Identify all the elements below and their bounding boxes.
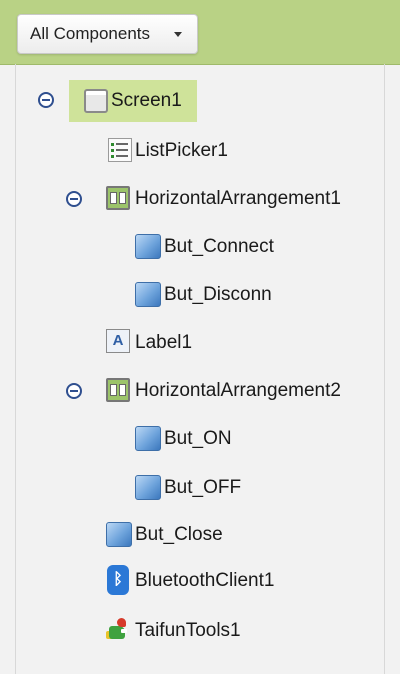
tree-node-label: BluetoothClient1	[135, 570, 275, 591]
screen-icon	[84, 89, 108, 113]
tree-node-screen1[interactable]: Screen1	[0, 83, 400, 119]
tree-node-label: But_Connect	[164, 236, 274, 257]
button-icon	[106, 522, 132, 547]
tree-node-label: But_OFF	[164, 477, 242, 498]
tree-node-label: But_ON	[164, 428, 232, 449]
tree-node-label: HorizontalArrangement2	[135, 380, 341, 401]
tree-node-but-disconn[interactable]: But_Disconn	[0, 277, 400, 313]
horizontal-arrangement-icon	[106, 378, 130, 402]
tree-node-label: HorizontalArrangement1	[135, 188, 341, 209]
tree-node-label: But_Close	[135, 524, 223, 545]
button-icon	[135, 426, 161, 451]
horizontal-arrangement-icon	[106, 186, 130, 210]
tree-node-label: Screen1	[111, 90, 182, 111]
components-panel: All Components Screen1 ListPicker1 Horiz…	[0, 0, 400, 674]
listpicker-icon	[108, 138, 132, 162]
tree-node-horizontalarrangement1[interactable]: HorizontalArrangement1	[0, 181, 400, 217]
tree-node-label: ListPicker1	[135, 140, 228, 161]
collapse-icon[interactable]	[66, 383, 82, 399]
tree-node-horizontalarrangement2[interactable]: HorizontalArrangement2	[0, 373, 400, 409]
button-icon	[135, 475, 161, 500]
panel-header: All Components	[0, 0, 400, 65]
tree-node-label: Label1	[135, 332, 193, 353]
collapse-icon[interactable]	[66, 191, 82, 207]
tree-node-taifuntools1[interactable]: TaifunTools1	[0, 613, 400, 649]
tree-node-bluetoothclient1[interactable]: ᛒ BluetoothClient1	[0, 563, 400, 599]
collapse-icon[interactable]	[38, 92, 54, 108]
button-icon	[135, 234, 161, 259]
tree-node-listpicker1[interactable]: ListPicker1	[0, 133, 400, 169]
caret-down-icon	[174, 32, 182, 37]
label-icon: A	[106, 329, 130, 353]
component-tree: Screen1 ListPicker1 HorizontalArrangemen…	[0, 64, 400, 674]
tree-node-but-off[interactable]: But_OFF	[0, 470, 400, 506]
extension-icon	[106, 617, 130, 641]
tree-node-but-connect[interactable]: But_Connect	[0, 229, 400, 265]
bluetooth-icon: ᛒ	[107, 565, 129, 595]
tree-node-but-close[interactable]: But_Close	[0, 517, 400, 553]
tree-node-but-on[interactable]: But_ON	[0, 421, 400, 457]
components-filter-dropdown[interactable]: All Components	[17, 14, 198, 54]
tree-node-label1[interactable]: A Label1	[0, 325, 400, 361]
button-icon	[135, 282, 161, 307]
tree-node-label: But_Disconn	[164, 284, 272, 305]
dropdown-label: All Components	[30, 24, 151, 43]
tree-node-label: TaifunTools1	[135, 620, 241, 641]
